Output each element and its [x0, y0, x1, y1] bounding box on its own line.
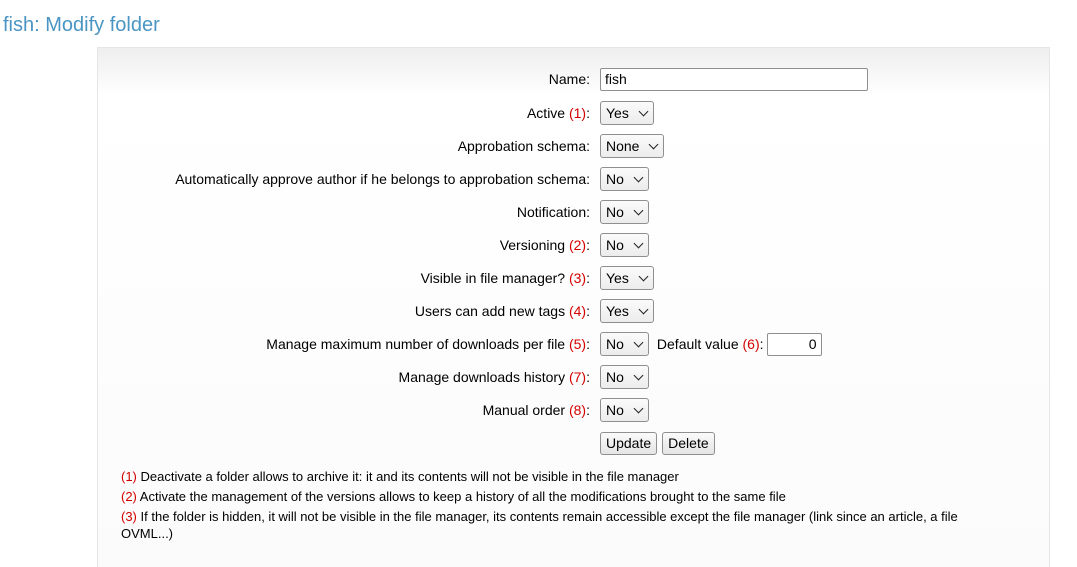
chevron-down-icon [633, 370, 644, 381]
row-downloads-history: Manage downloads history (7): No [98, 365, 1051, 389]
downloads-history-select[interactable]: No [600, 365, 649, 389]
chevron-down-icon [633, 403, 644, 414]
chevron-down-icon [638, 271, 649, 282]
row-versioning: Versioning (2): No [98, 233, 1051, 257]
chevron-down-icon [633, 205, 644, 216]
versioning-select[interactable]: No [600, 233, 649, 257]
folder-form-panel: Name: Active (1): Yes Approbation schema… [97, 47, 1050, 567]
chevron-down-icon [633, 337, 644, 348]
downloads-history-label: Manage downloads history [398, 369, 566, 385]
footnotes: (1) Deactivate a folder allows to archiv… [121, 468, 1001, 545]
footnote: (3) If the folder is hidden, it will not… [121, 509, 958, 541]
row-notification: Notification: No [98, 200, 1051, 224]
chevron-down-icon [638, 106, 649, 117]
row-actions: Update Delete [98, 431, 1051, 455]
approbation-schema-select[interactable]: None [600, 134, 665, 158]
default-value-input[interactable] [766, 332, 822, 356]
max-downloads-label: Manage maximum number of downloads per f… [266, 336, 566, 352]
row-visible: Visible in file manager? (3): Yes [98, 266, 1051, 290]
row-manual-order: Manual order (8): No [98, 398, 1051, 422]
auto-approve-select[interactable]: No [600, 167, 649, 191]
approbation-schema-label: Approbation schema: [457, 138, 590, 154]
footnote: (1) Deactivate a folder allows to archiv… [121, 469, 679, 484]
manual-order-note-ref: (8) [568, 402, 587, 418]
versioning-note-ref: (2) [568, 237, 587, 253]
chevron-down-icon [649, 139, 659, 150]
notification-label: Notification: [516, 204, 590, 220]
update-button[interactable]: Update [600, 431, 658, 455]
row-active: Active (1): Yes [98, 101, 1051, 125]
versioning-label: Versioning [499, 237, 566, 253]
page-title: fish: Modify folder [3, 14, 160, 36]
row-max-downloads: Manage maximum number of downloads per f… [98, 332, 1051, 356]
new-tags-select[interactable]: Yes [600, 299, 654, 323]
new-tags-note-ref: (4) [568, 303, 587, 319]
active-label: Active [526, 105, 566, 121]
notification-select[interactable]: No [600, 200, 649, 224]
row-auto-approve: Automatically approve author if he belon… [98, 167, 1051, 191]
default-value-note-ref: (6) [742, 336, 760, 352]
active-select[interactable]: Yes [600, 101, 654, 125]
chevron-down-icon [638, 304, 649, 315]
footnote: (2) Activate the management of the versi… [121, 489, 786, 504]
default-value-label: Default value [656, 336, 739, 352]
active-note-ref: (1) [568, 105, 587, 121]
manual-order-select[interactable]: No [600, 398, 649, 422]
max-downloads-note-ref: (5) [568, 336, 587, 352]
chevron-down-icon [633, 172, 644, 183]
chevron-down-icon [633, 238, 644, 249]
name-input[interactable] [600, 67, 868, 91]
max-downloads-select[interactable]: No [600, 332, 649, 356]
visible-label: Visible in file manager? [420, 270, 566, 286]
name-label: Name: [548, 71, 590, 87]
downloads-history-note-ref: (7) [568, 369, 587, 385]
row-name: Name: [98, 67, 1051, 91]
new-tags-label: Users can add new tags [414, 303, 566, 319]
auto-approve-label: Automatically approve author if he belon… [175, 171, 590, 187]
manual-order-label: Manual order [482, 402, 566, 418]
row-approbation-schema: Approbation schema: None [98, 134, 1051, 158]
row-new-tags: Users can add new tags (4): Yes [98, 299, 1051, 323]
delete-button[interactable]: Delete [662, 431, 715, 455]
visible-note-ref: (3) [568, 270, 587, 286]
visible-select[interactable]: Yes [600, 266, 654, 290]
